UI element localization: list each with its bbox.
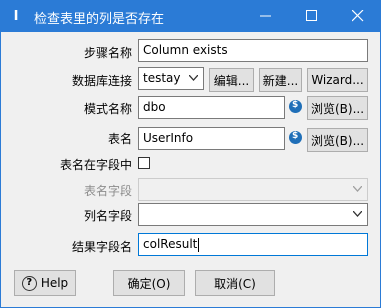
close-button[interactable] xyxy=(335,0,381,32)
table-input[interactable]: UserInfo xyxy=(138,127,285,150)
help-button-label: Help xyxy=(40,276,69,290)
ok-button[interactable]: 确定(O) xyxy=(113,270,185,296)
column-field-label: 列名字段 xyxy=(83,209,132,223)
browse-table-button[interactable]: 浏览(B)... xyxy=(307,128,368,152)
table-field-label: 表名字段 xyxy=(83,184,132,198)
browse-schema-button[interactable]: 浏览(B)... xyxy=(307,96,368,120)
title-bar: I 检查表里的列是否存在 xyxy=(0,0,381,32)
step-name-label: 步骤名称 xyxy=(83,46,132,60)
minimize-icon xyxy=(260,15,271,17)
table-field-select[interactable] xyxy=(138,178,368,201)
chevron-down-icon xyxy=(353,186,362,192)
variable-icon: $ xyxy=(289,100,302,113)
schema-label: 模式名称 xyxy=(83,102,132,116)
result-field-input[interactable]: colResult xyxy=(138,233,368,256)
variable-icon: $ xyxy=(289,131,302,144)
text-caret xyxy=(198,237,200,252)
edit-connection-button[interactable]: 编辑... xyxy=(209,68,254,92)
close-icon xyxy=(352,10,364,22)
schema-input[interactable]: dbo xyxy=(138,96,285,119)
column-field-select[interactable] xyxy=(138,203,368,226)
connection-select[interactable]: testay xyxy=(138,67,204,90)
cancel-button[interactable]: 取消(C) xyxy=(195,270,275,296)
connection-value: testay xyxy=(143,71,181,85)
connection-label: 数据库连接 xyxy=(71,74,132,88)
app-icon: I xyxy=(13,8,19,24)
maximize-icon xyxy=(306,10,317,21)
result-field-label: 结果字段名 xyxy=(71,240,132,254)
step-name-input[interactable]: Column exists xyxy=(138,39,368,62)
table-in-field-label: 表名在字段中 xyxy=(59,158,132,172)
wizard-button[interactable]: Wizard... xyxy=(307,68,368,92)
window-title: 检查表里的列是否存在 xyxy=(34,12,165,27)
help-icon: ? xyxy=(21,275,37,291)
help-button[interactable]: ? Help xyxy=(14,270,76,296)
minimize-button[interactable] xyxy=(243,0,289,32)
chevron-down-icon xyxy=(353,211,362,217)
new-connection-button[interactable]: 新建... xyxy=(259,68,302,92)
chevron-down-icon xyxy=(189,75,198,81)
table-in-field-checkbox[interactable] xyxy=(138,157,150,169)
table-label: 表名 xyxy=(107,132,132,146)
result-field-value: colResult xyxy=(143,237,198,251)
maximize-button[interactable] xyxy=(289,0,335,32)
